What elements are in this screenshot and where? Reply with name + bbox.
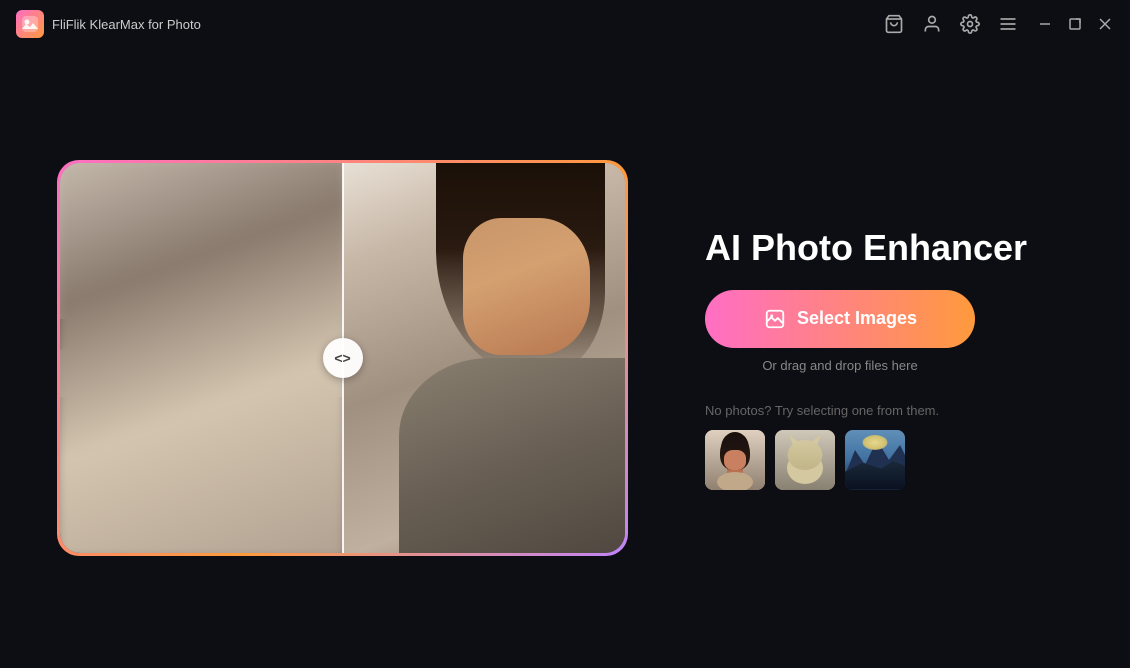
main-content: <> AI Photo Enhancer Select Images Or dr…	[0, 48, 1130, 668]
page-title: AI Photo Enhancer	[705, 226, 1027, 269]
sample-images-row	[705, 430, 939, 490]
select-images-label: Select Images	[797, 308, 917, 329]
minimize-button[interactable]	[1036, 15, 1054, 33]
sample-image-3[interactable]	[845, 430, 905, 490]
user-icon[interactable]	[922, 14, 942, 34]
preview-after	[343, 163, 626, 553]
sample-image-1[interactable]	[705, 430, 765, 490]
image-select-icon	[763, 307, 787, 331]
maximize-button[interactable]	[1066, 15, 1084, 33]
cart-icon[interactable]	[884, 14, 904, 34]
app-title: FliFlik KlearMax for Photo	[52, 17, 201, 32]
select-images-button[interactable]: Select Images	[705, 290, 975, 348]
preview-panel: <>	[60, 163, 625, 553]
drag-drop-hint: Or drag and drop files here	[705, 358, 975, 373]
close-button[interactable]	[1096, 15, 1114, 33]
jacket	[399, 358, 625, 553]
titlebar-right	[884, 14, 1114, 34]
app-icon	[16, 10, 44, 38]
menu-icon[interactable]	[998, 14, 1018, 34]
titlebar-left: FliFlik KlearMax for Photo	[16, 10, 201, 38]
settings-icon[interactable]	[960, 14, 980, 34]
comparison-handle[interactable]: <>	[323, 338, 363, 378]
titlebar: FliFlik KlearMax for Photo	[0, 0, 1130, 48]
preview-before	[60, 163, 350, 553]
sample-hint: No photos? Try selecting one from them.	[705, 403, 939, 418]
right-panel: AI Photo Enhancer Select Images Or drag …	[705, 226, 1070, 489]
preview-inner: <>	[60, 163, 625, 553]
sample-section: No photos? Try selecting one from them.	[705, 403, 939, 490]
face	[463, 218, 590, 355]
handle-arrows-icon: <>	[334, 350, 350, 366]
sample-image-2[interactable]	[775, 430, 835, 490]
window-controls	[1036, 15, 1114, 33]
preview-border: <>	[57, 160, 628, 556]
